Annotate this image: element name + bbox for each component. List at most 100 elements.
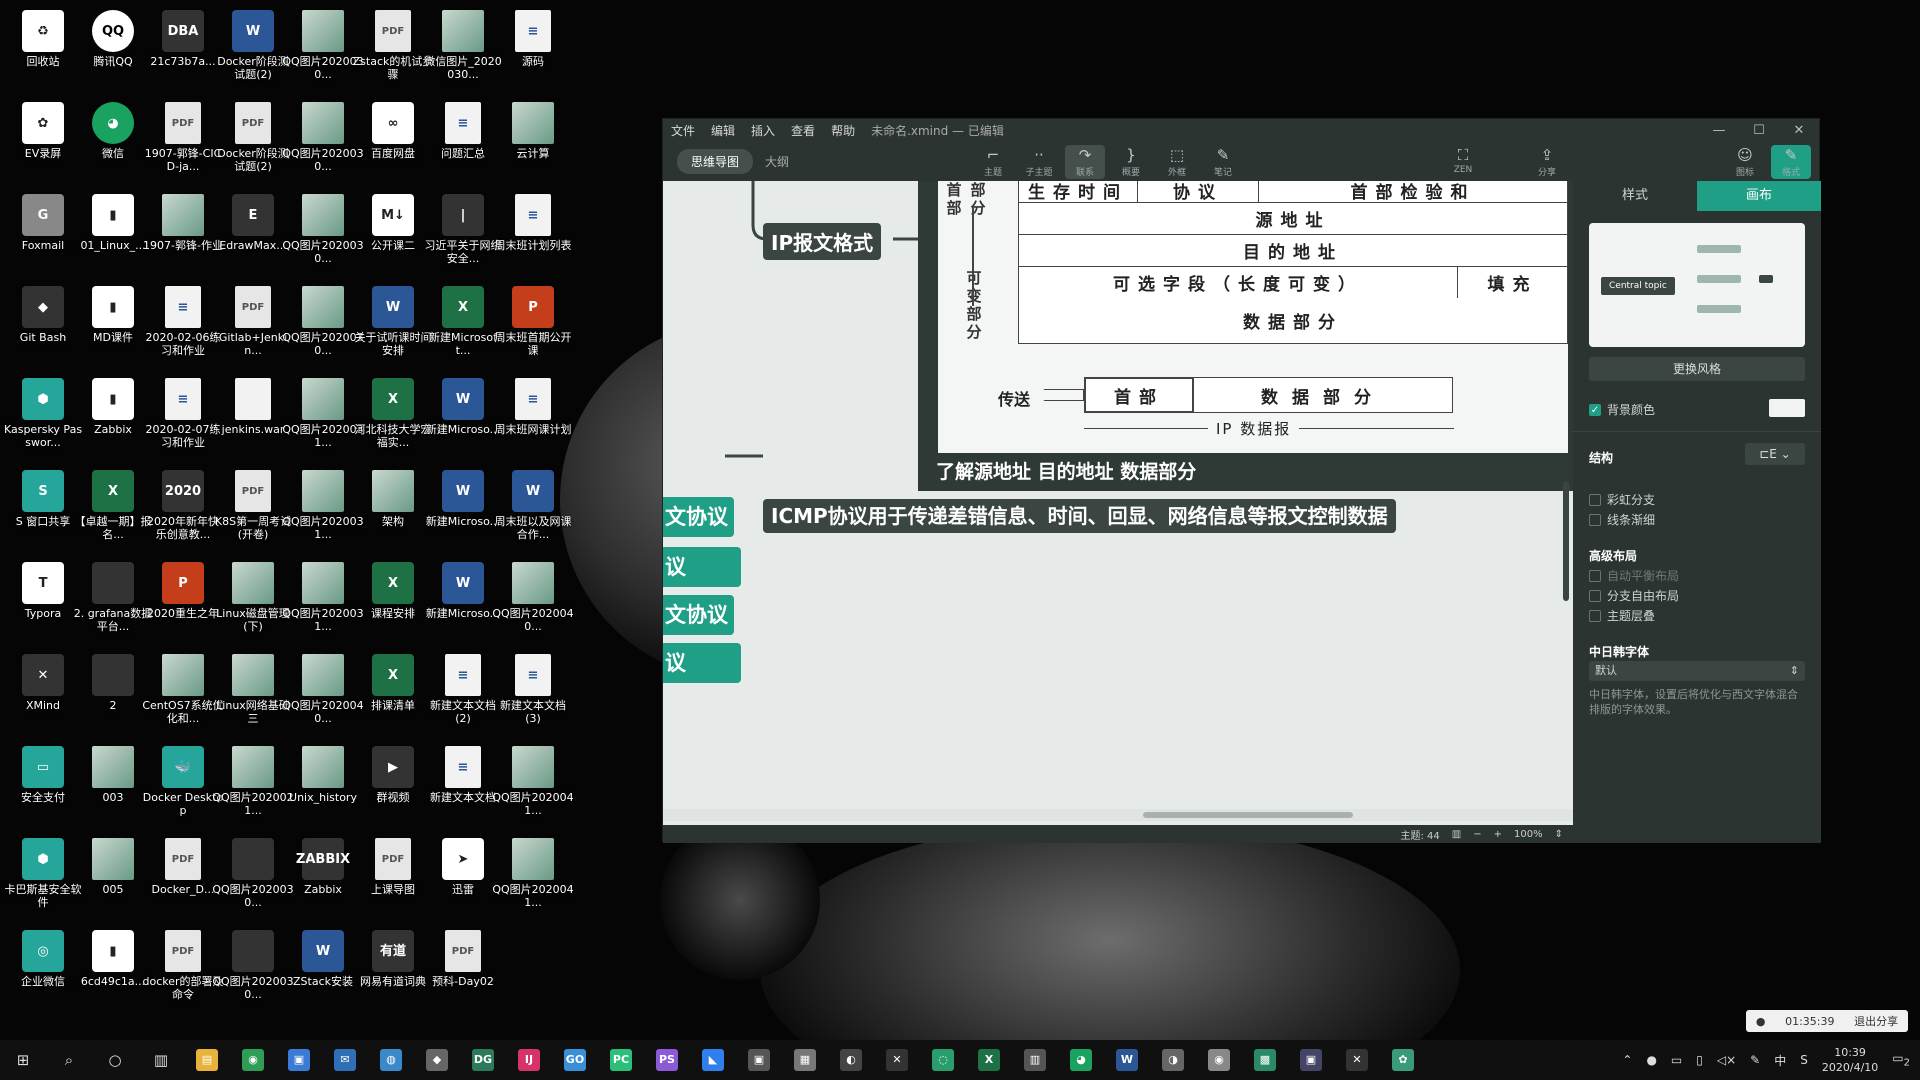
start-button[interactable]: ⊞ [0,1040,46,1080]
taskbar-store[interactable]: ▣ [276,1040,322,1080]
auto-balance-checkbox[interactable] [1589,569,1601,582]
rainbow-checkbox[interactable] [1589,493,1601,506]
change-style-button[interactable]: 更换风格 [1589,357,1805,381]
taskbar-wechat[interactable]: ◕ [1058,1040,1104,1080]
zoom-out-icon[interactable]: − [1473,829,1481,840]
structure-select[interactable]: ⊏E ⌄ [1745,443,1805,465]
taskbar-app-b[interactable]: ▣ [736,1040,782,1080]
desktop-icon[interactable]: QQ图片2020041... [490,832,576,922]
vertical-scrollbar[interactable] [1561,181,1571,809]
taskbar-excel[interactable]: X [966,1040,1012,1080]
taskbar-phpstorm[interactable]: PS [644,1040,690,1080]
battery-icon[interactable]: ▭ [1671,1053,1682,1067]
clock[interactable]: 10:39 2020/4/10 [1822,1045,1878,1075]
menu-edit[interactable]: 编辑 [703,122,743,139]
node-icmp[interactable]: ICMP协议用于传递差错信息、时间、回显、网络信息等报文控制数据 [763,499,1396,533]
desktop-icon[interactable]: W 周末班以及网课合作... [490,464,576,554]
share-button[interactable]: ⇪ 分享 [1527,145,1567,179]
taskbar-app-d[interactable]: ◐ [828,1040,874,1080]
menu-file[interactable]: 文件 [663,122,703,139]
taskbar-chrome[interactable]: ◉ [230,1040,276,1080]
taskbar-vscode[interactable]: ◣ [690,1040,736,1080]
taskbar-pycharm[interactable]: PC [598,1040,644,1080]
tab-outline[interactable]: 大纲 [765,153,789,170]
free-layout-checkbox[interactable] [1589,589,1601,602]
desktop-icon[interactable]: ≡ 源码 [490,4,576,94]
scroll-thumb[interactable] [1563,481,1569,601]
node-green-4[interactable]: 议 [663,643,741,683]
mic-icon[interactable]: ● [1646,1053,1656,1067]
taskbar-app-a[interactable]: ◆ [414,1040,460,1080]
ime-indicator[interactable]: 中 [1774,1052,1786,1069]
taskbar-word[interactable]: W [1104,1040,1150,1080]
taskbar-app-k[interactable]: ✕ [1334,1040,1380,1080]
zoom-level[interactable]: 100% [1514,829,1543,840]
taskbar-app-l[interactable]: ✿ [1380,1040,1426,1080]
bg-color-checkbox[interactable]: ✓ [1589,403,1601,416]
ip-datagram-image[interactable]: 首部 部分 可变部分 生存时间 协议 首部检验和 源地址 目的地址 可选字段（长… [918,181,1573,491]
menu-insert[interactable]: 插入 [743,122,783,139]
cortana-button[interactable]: ○ [92,1040,138,1080]
bg-color-swatch[interactable] [1769,399,1805,417]
overlap-checkbox[interactable] [1589,609,1601,622]
volume-icon[interactable]: ◁× [1717,1053,1736,1067]
chevron-up-icon[interactable]: ⌃ [1622,1053,1632,1067]
summary-button[interactable]: } 概要 [1111,145,1151,179]
zoom-stepper-icon[interactable]: ⇕ [1555,829,1563,840]
notes-button[interactable]: ✎ 笔记 [1203,145,1243,179]
boundary-button[interactable]: ⬚ 外框 [1157,145,1197,179]
ime-mode-icon[interactable]: S [1800,1053,1808,1067]
node-green-1[interactable]: 文协议 [663,497,734,537]
format-button[interactable]: ✎ 格式 [1771,145,1811,179]
taskbar-intellij[interactable]: IJ [506,1040,552,1080]
desktop-icon[interactable]: P 周末班首期公开课 [490,280,576,370]
desktop-icon[interactable]: ≡ 周末班网课计划 [490,372,576,462]
taskbar-app-i[interactable]: ▩ [1242,1040,1288,1080]
tab-style[interactable]: 样式 [1573,181,1697,211]
close-icon[interactable]: ✕ [1779,123,1819,138]
desktop-icon[interactable]: 云计算 [490,96,576,186]
taskbar-app-e[interactable]: ◌ [920,1040,966,1080]
node-ip-format[interactable]: IP报文格式 [763,223,882,260]
taskbar-browser[interactable]: ◍ [368,1040,414,1080]
taskbar-file-explorer[interactable]: ▤ [184,1040,230,1080]
taper-checkbox[interactable] [1589,513,1601,526]
subtopic-button[interactable]: ·· 子主题 [1019,145,1059,179]
desktop-icon[interactable]: ≡ 周末班计划列表 [490,188,576,278]
zoom-in-icon[interactable]: + [1494,829,1502,840]
menu-view[interactable]: 查看 [783,122,823,139]
maximize-icon[interactable]: ☐ [1739,123,1779,138]
taskbar-app-h[interactable]: ◉ [1196,1040,1242,1080]
minimize-icon[interactable]: — [1699,123,1739,138]
cjk-font-select[interactable]: 默认 ⇕ [1589,661,1805,681]
menu-help[interactable]: 帮助 [823,122,863,139]
taskbar-app-f[interactable]: ▥ [1012,1040,1058,1080]
network-icon[interactable]: ▯ [1696,1053,1703,1067]
search-button[interactable]: ⌕ [46,1040,92,1080]
taskbar-app-j[interactable]: ▣ [1288,1040,1334,1080]
exit-share-button[interactable]: 退出分享 [1854,1013,1898,1029]
mindmap-canvas[interactable]: IP报文格式 首部 部分 可变部分 生存时间 协议 首部检验和 源地址 目的地址… [663,181,1573,825]
node-green-3[interactable]: 文协议 [663,595,734,635]
horizontal-scrollbar[interactable] [663,809,1573,821]
taskbar-mail[interactable]: ✉ [322,1040,368,1080]
icons-button[interactable]: ☺ 图标 [1725,145,1765,179]
relationship-button[interactable]: ↷ 联系 [1065,145,1105,179]
desktop-icon[interactable]: PDF 预科-Day02 [420,924,506,1014]
desktop-icon[interactable]: QQ图片2020041... [490,740,576,830]
pen-icon[interactable]: ✎ [1750,1053,1760,1067]
desktop-icon[interactable]: ≡ 新建文本文档 (3) [490,648,576,738]
desktop-icon[interactable]: QQ图片2020040... [490,556,576,646]
tab-canvas[interactable]: 画布 [1697,181,1821,211]
taskbar-goland[interactable]: GO [552,1040,598,1080]
task-view-button[interactable]: ▥ [138,1040,184,1080]
taskbar-xmind[interactable]: ✕ [874,1040,920,1080]
topic-button[interactable]: ⌐ 主题 [973,145,1013,179]
notification-icon[interactable]: ▭2 [1892,1051,1910,1068]
taskbar-app-g[interactable]: ◑ [1150,1040,1196,1080]
node-green-2[interactable]: 议 [663,547,741,587]
scroll-thumb[interactable] [1143,812,1353,818]
style-thumbnail[interactable]: Central topic [1589,223,1805,347]
zen-button[interactable]: ⛶ ZEN [1443,145,1483,179]
tab-mindmap[interactable]: 思维导图 [677,148,754,174]
